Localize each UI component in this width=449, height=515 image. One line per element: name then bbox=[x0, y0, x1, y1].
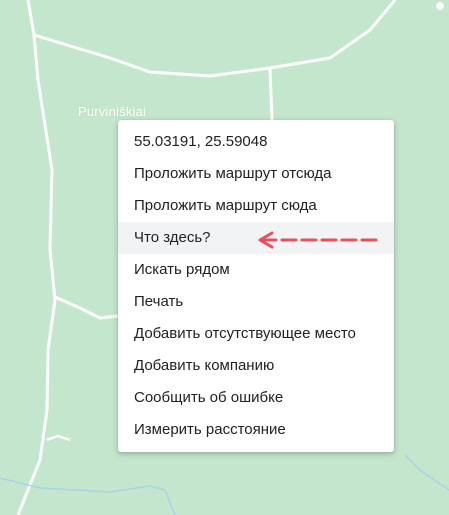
menu-item-search-nearby[interactable]: Искать рядом bbox=[118, 254, 394, 286]
dashed-left-arrow-icon bbox=[258, 231, 380, 249]
menu-item-add-business[interactable]: Добавить компанию bbox=[118, 350, 394, 382]
context-menu: 55.03191, 25.59048 Проложить маршрут отс… bbox=[118, 120, 394, 452]
menu-item-report-problem[interactable]: Сообщить об ошибке bbox=[118, 382, 394, 414]
menu-item-print[interactable]: Печать bbox=[118, 286, 394, 318]
menu-item-measure-distance[interactable]: Измерить расстояние bbox=[118, 414, 394, 446]
menu-item-add-missing-place[interactable]: Добавить отсутствующее место bbox=[118, 318, 394, 350]
map-place-label: Purviniškiai bbox=[78, 104, 147, 119]
menu-item-directions-from[interactable]: Проложить маршрут отсюда bbox=[118, 158, 394, 190]
menu-item-coordinates[interactable]: 55.03191, 25.59048 bbox=[118, 126, 394, 158]
menu-item-directions-to[interactable]: Проложить маршрут сюда bbox=[118, 190, 394, 222]
